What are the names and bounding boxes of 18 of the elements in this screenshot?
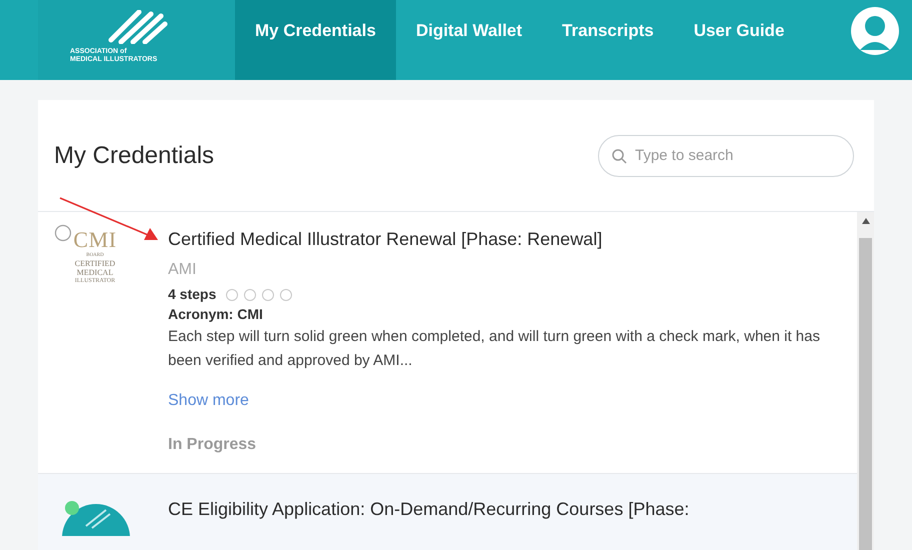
description-text: Each step will turn solid green when completed, and will turn green with a check mark, when it has been verified and approved by AMI... [168, 327, 821, 371]
nav-tab[interactable]: Digital Wallet [396, 0, 542, 80]
scroll-up-icon[interactable] [862, 218, 870, 224]
issuer-text: AMI [168, 260, 198, 280]
status-text: In Progress [168, 435, 258, 455]
circle-icon [54, 224, 72, 242]
credential-title[interactable]: Certified Medical Illustrator Renewal [Phase: Renewal] [168, 226, 828, 252]
search-field[interactable]: Type to search [598, 134, 854, 176]
steps-count: 4 steps [168, 285, 216, 304]
nav-tab[interactable]: User Guide [674, 0, 804, 80]
show-more-link[interactable]: Show more [168, 389, 249, 413]
nav-tab[interactable]: Transcripts [542, 0, 674, 80]
avatar-icon[interactable] [850, 6, 900, 56]
nav-tab[interactable]: My Credentials [235, 0, 396, 80]
scrollbar[interactable] [857, 212, 874, 550]
search-icon [611, 148, 627, 164]
acronym-text: Acronym: CMI [168, 305, 264, 323]
page-title: My Credentials [54, 140, 214, 170]
